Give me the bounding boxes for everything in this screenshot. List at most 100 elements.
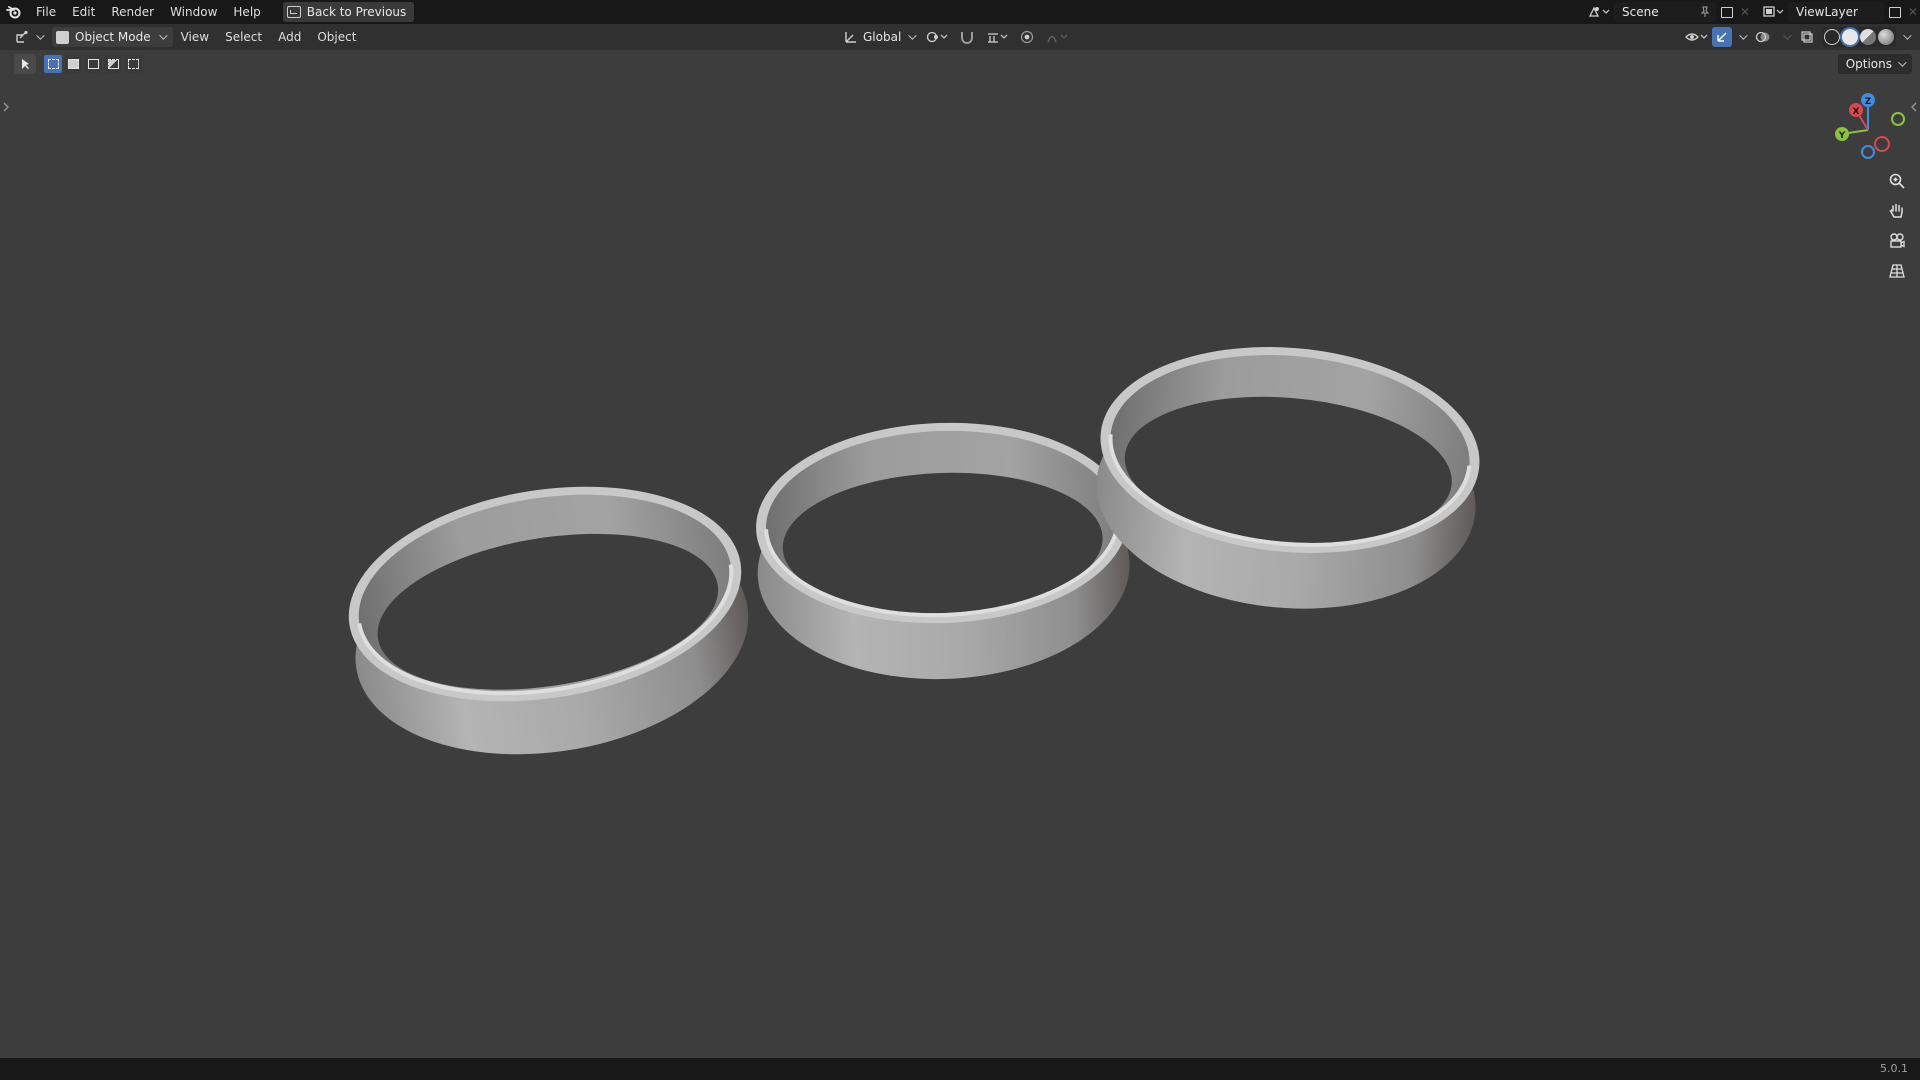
transform-tools: Global (838, 27, 1070, 47)
falloff-curve-icon (1047, 34, 1068, 43)
zoom-button[interactable] (1884, 168, 1910, 194)
editor-type-dropdown[interactable] (8, 27, 48, 47)
extend-selection-icon (67, 59, 79, 69)
new-scene-button[interactable] (1716, 2, 1738, 22)
gizmo-axis-neg-z[interactable] (1861, 145, 1875, 159)
header-menu-select[interactable]: Select (217, 27, 270, 47)
menu-window[interactable]: Window (162, 0, 225, 24)
selection-mode-buttons (44, 54, 142, 74)
chevron-down-icon (1898, 58, 1907, 67)
blender-logo-icon[interactable] (0, 0, 28, 24)
back-to-previous-button[interactable]: Back to Previous (282, 2, 415, 22)
options-dropdown[interactable]: Options (1837, 54, 1912, 74)
chevron-down-icon (158, 31, 168, 40)
shading-dropdown[interactable] (1898, 27, 1912, 47)
object-mode-dropdown[interactable]: Object Mode (52, 27, 173, 47)
navigation-gizmo[interactable]: Z Y X (1826, 88, 1906, 168)
view-layer-selector: ViewLayer ✕ (1758, 0, 1920, 24)
top-bar: File Edit Render Window Help Back to Pre… (0, 0, 1920, 24)
rendered-shading-icon[interactable] (1878, 29, 1894, 45)
magnet-icon (961, 32, 974, 44)
scene-type-dropdown[interactable] (1584, 2, 1614, 22)
perspective-toggle-button[interactable] (1884, 258, 1910, 284)
new-view-layer-button[interactable] (1884, 2, 1906, 22)
options-label: Options (1845, 57, 1892, 71)
invert-selection-button[interactable] (104, 55, 122, 73)
view-layer-type-dropdown[interactable] (1758, 2, 1788, 22)
scene-icon (1588, 6, 1610, 17)
gizmo-axis-neg-y[interactable] (1891, 112, 1905, 126)
set-new-selection-button[interactable] (44, 55, 62, 73)
gizmo-label-x: X (1853, 107, 1860, 117)
menu-render[interactable]: Render (103, 0, 162, 24)
pan-button[interactable] (1884, 198, 1910, 224)
chevron-down-icon (35, 31, 45, 40)
gizmo-label-z: Z (1865, 97, 1872, 107)
delete-view-layer-icon[interactable]: ✕ (1906, 2, 1920, 22)
overlays-dropdown[interactable] (1778, 27, 1792, 47)
subtract-selection-icon (87, 59, 99, 69)
xray-toggle[interactable] (1794, 27, 1820, 47)
material-preview-shading-icon[interactable] (1860, 29, 1876, 45)
scene-name-field[interactable]: Scene (1614, 2, 1716, 22)
intersect-selection-icon (127, 59, 139, 69)
eye-icon (1685, 33, 1708, 41)
back-to-previous-label: Back to Previous (306, 5, 407, 19)
wireframe-shading-icon[interactable] (1824, 29, 1840, 45)
shading-modes (1822, 27, 1896, 47)
ring-object-3[interactable] (1087, 332, 1488, 624)
subtract-selection-button[interactable] (84, 55, 102, 73)
object-mode-icon (56, 30, 69, 44)
camera-view-button[interactable] (1884, 228, 1910, 254)
ring-object-1[interactable] (333, 460, 765, 781)
cursor-arrow-icon (22, 59, 29, 69)
overlays-toggle[interactable] (1750, 27, 1776, 47)
header-menu-object[interactable]: Object (309, 27, 364, 47)
select-tool-button[interactable] (14, 54, 36, 74)
extend-selection-button[interactable] (64, 55, 82, 73)
menu-edit[interactable]: Edit (64, 0, 103, 24)
view-layer-icon (1763, 6, 1784, 17)
intersect-selection-button[interactable] (124, 55, 142, 73)
gizmo-toggle[interactable] (1712, 27, 1732, 47)
visibility-dropdown[interactable] (1684, 27, 1710, 47)
scene-selector: Scene ✕ (1584, 0, 1752, 24)
ring-object-2[interactable] (753, 417, 1134, 686)
chevron-down-icon (1739, 31, 1748, 40)
3d-viewport[interactable] (0, 74, 1920, 1058)
orientation-icon (845, 32, 856, 43)
header-menu-view[interactable]: View (173, 27, 217, 47)
tool-settings-row (14, 54, 142, 74)
delete-scene-icon[interactable]: ✕ (1738, 2, 1752, 22)
3d-viewport-icon (15, 30, 28, 43)
chevron-down-icon (908, 31, 917, 40)
invert-selection-icon (107, 59, 119, 69)
snap-increment-icon (988, 33, 1008, 43)
magnifier-icon (1889, 173, 1905, 189)
gizmo-label-y: Y (1838, 131, 1846, 141)
view-layer-field[interactable]: ViewLayer (1788, 2, 1884, 22)
proportional-editing-toggle[interactable] (1014, 27, 1040, 47)
transform-orientation-dropdown[interactable]: Global (838, 27, 920, 47)
menu-help[interactable]: Help (225, 0, 268, 24)
solid-shading-icon[interactable] (1842, 29, 1858, 45)
menu-file[interactable]: File (28, 0, 64, 24)
chevron-down-icon (1903, 31, 1912, 40)
pivot-point-dropdown[interactable] (924, 27, 950, 47)
status-bar: 5.0.1 (0, 1058, 1920, 1080)
proportional-falloff-dropdown[interactable] (1044, 27, 1070, 47)
header-menu-add[interactable]: Add (270, 27, 309, 47)
scene-name: Scene (1622, 5, 1659, 19)
snap-toggle[interactable] (954, 27, 980, 47)
gizmo-axis-neg-x[interactable] (1874, 136, 1890, 152)
orientation-label: Global (863, 30, 902, 44)
set-selection-icon (47, 59, 59, 69)
chevron-down-icon (1783, 31, 1792, 40)
proportional-edit-icon (1021, 30, 1034, 44)
gizmo-dropdown[interactable] (1734, 27, 1748, 47)
pin-icon[interactable] (1700, 6, 1710, 18)
pivot-icon (927, 31, 948, 43)
duplicate-icon (1721, 6, 1733, 18)
back-icon (286, 6, 301, 18)
snap-target-dropdown[interactable] (984, 27, 1010, 47)
